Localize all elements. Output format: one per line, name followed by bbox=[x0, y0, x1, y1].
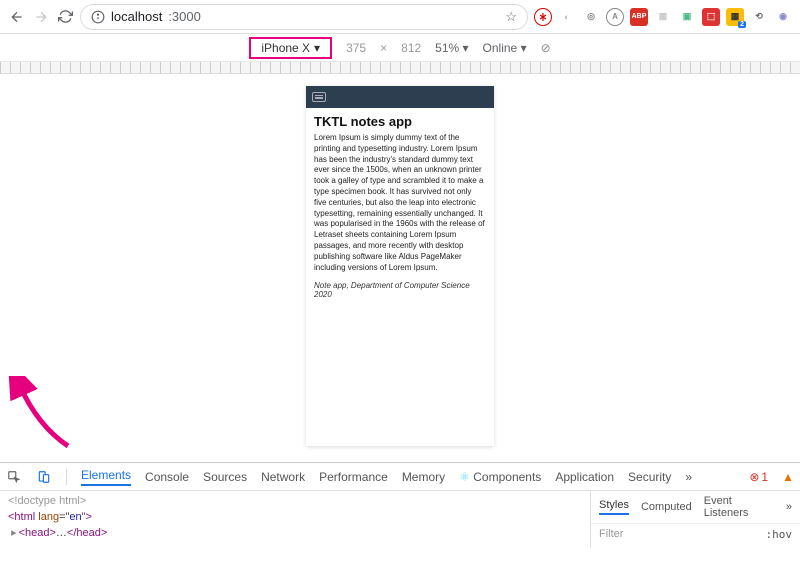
app-content: TKTL notes app Lorem Ipsum is simply dum… bbox=[306, 108, 494, 305]
browser-toolbar: localhost :3000 ☆ ◐ ◎ A ABP ▦ ▣ ⬚ ▦2 ⟲ ◉ bbox=[0, 0, 800, 34]
page-body: Lorem Ipsum is simply dummy text of the … bbox=[314, 133, 486, 273]
page-title: TKTL notes app bbox=[314, 114, 486, 129]
tab-elements[interactable]: Elements bbox=[81, 468, 131, 486]
tab-network[interactable]: Network bbox=[261, 470, 305, 484]
viewport-width[interactable]: 375 bbox=[346, 41, 366, 55]
tab-performance[interactable]: Performance bbox=[319, 470, 388, 484]
info-icon bbox=[91, 10, 105, 24]
error-count[interactable]: ⊗ 1 bbox=[749, 470, 768, 484]
ext-icon-4[interactable]: ▦ bbox=[654, 8, 672, 26]
react-icon: ⚛ bbox=[459, 470, 470, 484]
throttle-select[interactable]: Online ▾ bbox=[483, 41, 527, 55]
styles-panel: Styles Computed Event Listeners » Filter… bbox=[590, 491, 800, 548]
abp-icon[interactable]: ABP bbox=[630, 8, 648, 26]
ext-icon-1[interactable]: ◐ bbox=[558, 8, 576, 26]
device-toolbar: iPhone X ▾ 375 × 812 51% ▾ Online ▾ ⊘ bbox=[0, 34, 800, 62]
filter-input[interactable]: Filter bbox=[599, 528, 623, 541]
url-host: localhost bbox=[111, 9, 162, 24]
extension-icons: ◐ ◎ A ABP ▦ ▣ ⬚ ▦2 ⟲ ◉ bbox=[534, 8, 792, 26]
forward-button[interactable] bbox=[32, 8, 50, 26]
zoom-select[interactable]: 51% ▾ bbox=[435, 41, 468, 55]
warning-count[interactable]: ▲ bbox=[782, 470, 794, 484]
reload-button[interactable] bbox=[56, 8, 74, 26]
viewport-height[interactable]: 812 bbox=[401, 41, 421, 55]
devtools-tabs: Elements Console Sources Network Perform… bbox=[0, 462, 800, 490]
expand-icon[interactable]: ▸ bbox=[11, 527, 17, 539]
elements-panel[interactable]: <!doctype html> <html lang="en"> ▸<head>… bbox=[0, 491, 590, 548]
tab-security[interactable]: Security bbox=[628, 470, 671, 484]
tab-memory[interactable]: Memory bbox=[402, 470, 445, 484]
tab-sources[interactable]: Sources bbox=[203, 470, 247, 484]
url-port: :3000 bbox=[168, 9, 201, 24]
ext-icon-7[interactable]: ▦2 bbox=[726, 8, 744, 26]
devtools-body: <!doctype html> <html lang="en"> ▸<head>… bbox=[0, 490, 800, 548]
ext-icon-5[interactable]: ▣ bbox=[678, 8, 696, 26]
more-icon[interactable]: » bbox=[786, 501, 792, 513]
tab-computed[interactable]: Computed bbox=[641, 501, 692, 513]
tab-application[interactable]: Application bbox=[555, 470, 614, 484]
annotation-arrow bbox=[8, 376, 78, 456]
tab-styles[interactable]: Styles bbox=[599, 499, 629, 515]
ext-icon-8[interactable]: ⟲ bbox=[750, 8, 768, 26]
hov-toggle[interactable]: :hov bbox=[766, 528, 793, 541]
more-tabs-icon[interactable]: » bbox=[685, 470, 692, 484]
inspect-icon[interactable] bbox=[6, 469, 22, 485]
address-bar[interactable]: localhost :3000 ☆ bbox=[80, 4, 528, 30]
tab-console[interactable]: Console bbox=[145, 470, 189, 484]
ext-icon-9[interactable]: ◉ bbox=[774, 8, 792, 26]
device-select[interactable]: iPhone X ▾ bbox=[249, 37, 332, 59]
tab-listeners[interactable]: Event Listeners bbox=[704, 495, 774, 519]
code-doctype: <!doctype html> bbox=[8, 495, 86, 507]
page-footer: Note app, Department of Computer Science… bbox=[314, 281, 486, 299]
rotate-icon[interactable]: ⊘ bbox=[541, 41, 551, 55]
ext-icon-6[interactable]: ⬚ bbox=[702, 8, 720, 26]
ext-icon-3[interactable]: A bbox=[606, 8, 624, 26]
device-toggle-icon[interactable] bbox=[36, 469, 52, 485]
emulated-viewport: TKTL notes app Lorem Ipsum is simply dum… bbox=[0, 74, 800, 462]
ext-icon-2[interactable]: ◎ bbox=[582, 8, 600, 26]
back-button[interactable] bbox=[8, 8, 26, 26]
ublock-icon[interactable] bbox=[534, 8, 552, 26]
ruler bbox=[0, 62, 800, 74]
phone-frame: TKTL notes app Lorem Ipsum is simply dum… bbox=[306, 86, 494, 446]
app-navbar bbox=[306, 86, 494, 108]
tab-components[interactable]: ⚛ Components bbox=[459, 470, 541, 484]
times-icon: × bbox=[380, 41, 387, 55]
device-name: iPhone X bbox=[261, 41, 310, 55]
dropdown-icon: ▾ bbox=[314, 41, 320, 55]
star-icon[interactable]: ☆ bbox=[505, 9, 517, 25]
hamburger-icon[interactable] bbox=[312, 92, 326, 102]
